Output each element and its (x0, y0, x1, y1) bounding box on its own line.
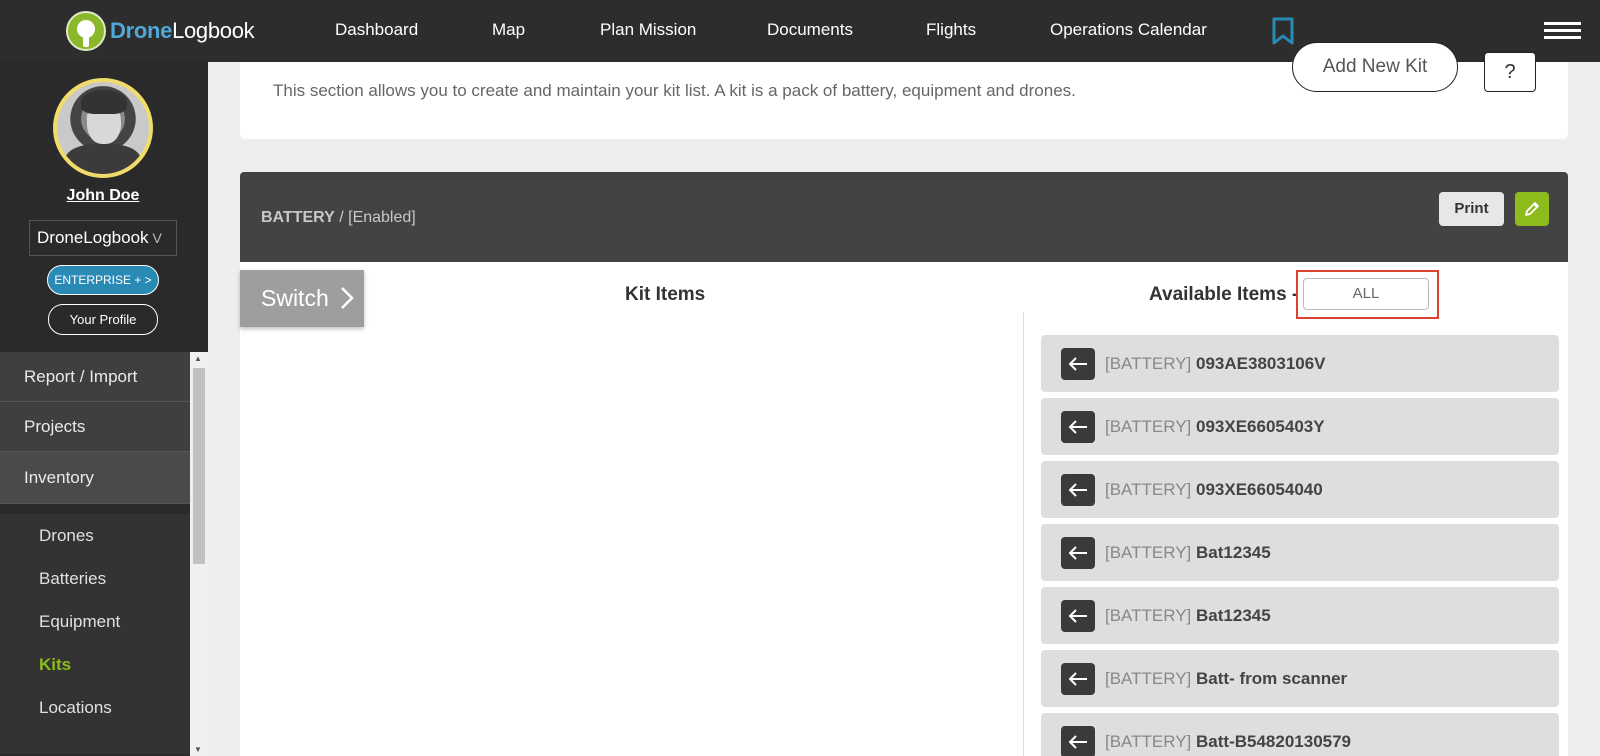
bookmark-icon[interactable] (1272, 17, 1294, 45)
scroll-up-arrow-icon[interactable]: ▲ (194, 354, 202, 363)
available-item: [BATTERY] 093XE6605403Y (1041, 398, 1559, 455)
sidebar-item-batteries[interactable]: Batteries (0, 557, 190, 600)
sidebar-item-inventory[interactable]: Inventory (0, 452, 190, 504)
arrow-left-icon (1068, 357, 1087, 371)
add-new-kit-button[interactable]: Add New Kit (1292, 42, 1458, 92)
add-to-kit-button[interactable] (1061, 663, 1095, 695)
column-divider (1023, 312, 1024, 756)
nav-link-plan-mission[interactable]: Plan Mission (600, 20, 696, 40)
arrow-left-icon (1068, 483, 1087, 497)
add-to-kit-button[interactable] (1061, 600, 1095, 632)
available-item: [BATTERY] 093XE66054040 (1041, 461, 1559, 518)
chevron-right-icon (341, 287, 354, 309)
arrow-left-icon (1068, 672, 1087, 686)
intro-description: This section allows you to create and ma… (273, 81, 1076, 100)
nav-link-operations-calendar[interactable]: Operations Calendar (1050, 20, 1207, 40)
sidebar: John Doe DroneLogbook V ENTERPRISE + > Yo… (0, 62, 208, 756)
pencil-icon (1525, 202, 1539, 216)
dronelogbook-logo[interactable]: DroneLogbook (66, 11, 255, 51)
available-item-label: [BATTERY] 093AE3803106V (1105, 354, 1326, 373)
sidebar-menu: Report / Import Projects Inventory (0, 352, 190, 504)
sidebar-item-equipment[interactable]: Equipment (0, 600, 190, 643)
hamburger-menu-icon[interactable] (1544, 22, 1581, 40)
available-item: [BATTERY] 093AE3803106V (1041, 335, 1559, 392)
scroll-down-arrow-icon[interactable]: ▼ (194, 745, 202, 754)
inventory-submenu: Drones Batteries Equipment Kits Location… (0, 514, 190, 754)
arrow-left-icon (1068, 735, 1087, 749)
kits-intro-card: This section allows you to create and ma… (240, 42, 1568, 139)
nav-link-map[interactable]: Map (492, 20, 525, 40)
available-item: [BATTERY] Batt- from scanner (1041, 650, 1559, 707)
switch-label: Switch (261, 285, 329, 311)
arrow-left-icon (1068, 420, 1087, 434)
arrow-left-icon (1068, 609, 1087, 623)
your-profile-button[interactable]: Your Profile (48, 304, 158, 335)
avatar-body (65, 144, 141, 174)
user-name-link[interactable]: John Doe (0, 187, 206, 205)
kit-status: / [Enabled] (334, 209, 416, 226)
sidebar-item-drones[interactable]: Drones (0, 514, 190, 557)
nav-link-dashboard[interactable]: Dashboard (335, 20, 418, 40)
available-item: [BATTERY] Batt-B54820130579 (1041, 713, 1559, 756)
kit-items-title: Kit Items (625, 284, 706, 305)
sidebar-item-locations[interactable]: Locations (0, 686, 190, 729)
avatar[interactable] (53, 78, 153, 178)
available-item-label: [BATTERY] 093XE6605403Y (1105, 417, 1325, 436)
logo-text: DroneLogbook (110, 18, 255, 43)
add-to-kit-button[interactable] (1061, 348, 1095, 380)
available-item: [BATTERY] Bat12345 (1041, 587, 1559, 644)
available-item-label: [BATTERY] Bat12345 (1105, 606, 1271, 625)
available-item-label: [BATTERY] Batt- from scanner (1105, 669, 1348, 688)
kit-title: BATTERY / [Enabled] (261, 209, 416, 227)
kit-type: BATTERY (261, 209, 335, 226)
available-items-filter-select[interactable]: ALL (1303, 278, 1429, 310)
enterprise-button[interactable]: ENTERPRISE + > (47, 265, 159, 295)
add-to-kit-button[interactable] (1061, 726, 1095, 756)
kit-card: BATTERY / [Enabled] Print Switch Kit Ite… (240, 172, 1568, 756)
organization-select[interactable]: DroneLogbook V (29, 220, 177, 256)
kit-header: BATTERY / [Enabled] Print (240, 172, 1568, 262)
available-item-label: [BATTERY] 093XE66054040 (1105, 480, 1323, 499)
help-button[interactable]: ? (1484, 52, 1536, 92)
organization-select-value: DroneLogbook (37, 228, 149, 247)
edit-kit-button[interactable] (1515, 192, 1549, 226)
chevron-down-icon: V (152, 230, 162, 246)
available-items-title: Available Items - (1149, 284, 1299, 305)
drone-logo-icon (66, 11, 106, 51)
sidebar-item-kits[interactable]: Kits (0, 643, 190, 686)
add-to-kit-button[interactable] (1061, 474, 1095, 506)
avatar-hair (81, 90, 127, 114)
add-to-kit-button[interactable] (1061, 411, 1095, 443)
available-item: [BATTERY] Bat12345 (1041, 524, 1559, 581)
print-button[interactable]: Print (1439, 192, 1504, 226)
sidebar-item-projects[interactable]: Projects (0, 402, 190, 452)
scrollbar-thumb[interactable] (193, 368, 205, 564)
available-item-label: [BATTERY] Batt-B54820130579 (1105, 732, 1352, 751)
nav-link-documents[interactable]: Documents (767, 20, 853, 40)
available-items-list: [BATTERY] 093AE3803106V [BATTERY] 093XE6… (1041, 335, 1559, 756)
add-to-kit-button[interactable] (1061, 537, 1095, 569)
available-item-label: [BATTERY] Bat12345 (1105, 543, 1271, 562)
arrow-left-icon (1068, 546, 1087, 560)
nav-link-flights[interactable]: Flights (926, 20, 976, 40)
sidebar-scrollbar[interactable]: ▲ ▼ (190, 352, 208, 756)
sidebar-item-report-import[interactable]: Report / Import (0, 352, 190, 402)
switch-button[interactable]: Switch (240, 270, 364, 327)
